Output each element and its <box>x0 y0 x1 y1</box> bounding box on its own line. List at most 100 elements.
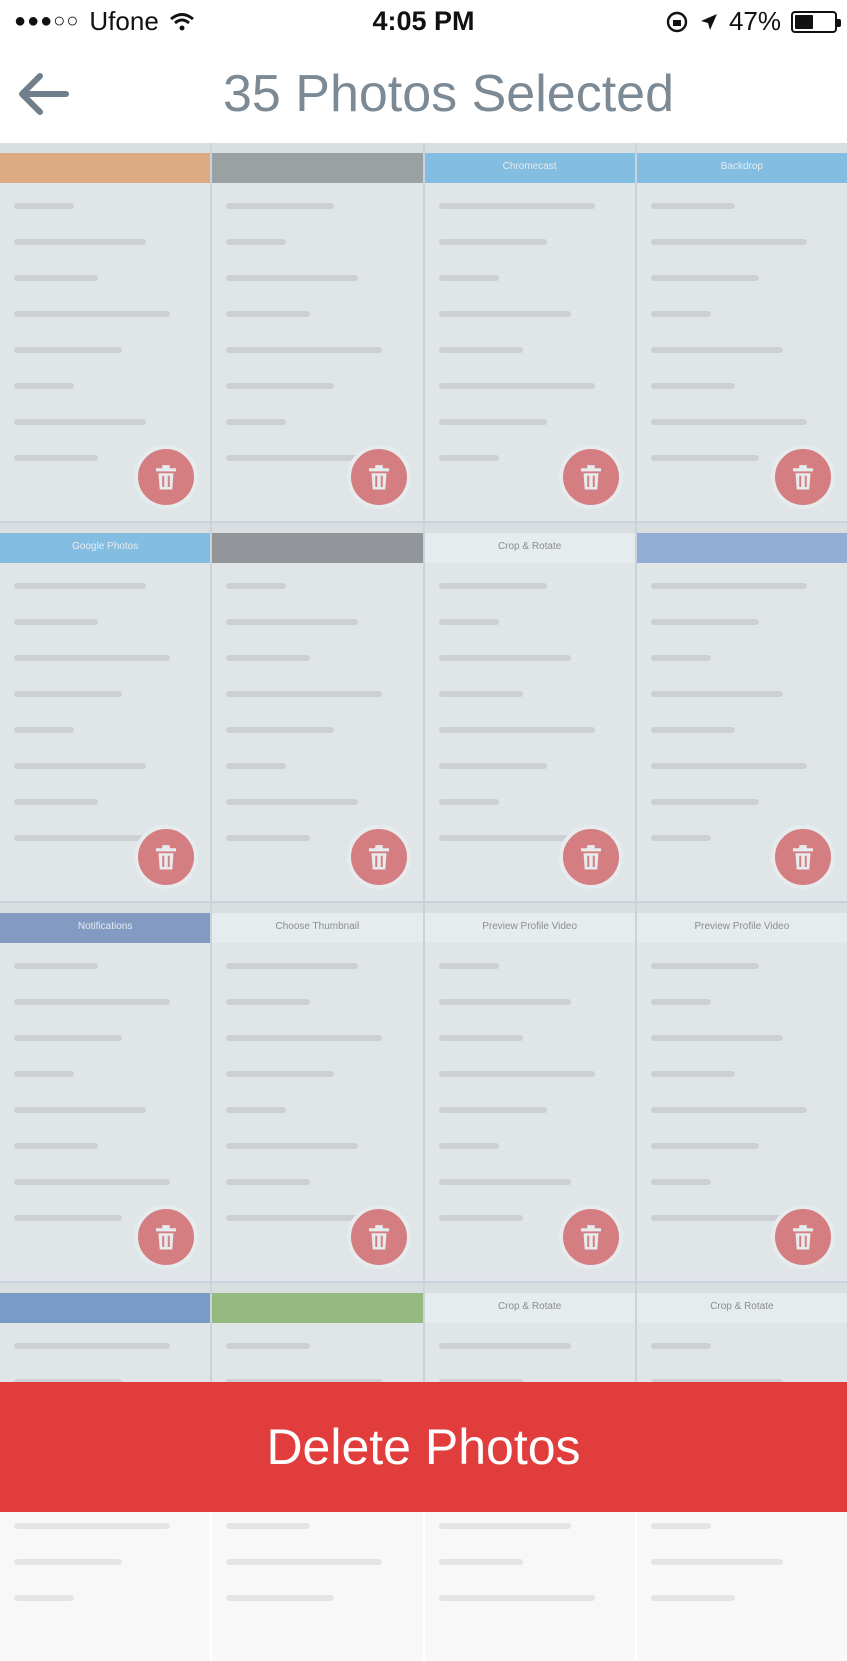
content-line <box>14 1215 122 1221</box>
content-line <box>226 691 383 697</box>
trash-icon[interactable] <box>134 1205 199 1269</box>
trash-icon[interactable] <box>558 1205 623 1269</box>
mini-app-title: Preview Profile Video <box>694 921 790 932</box>
content-line <box>226 799 359 805</box>
content-line <box>14 619 98 625</box>
mini-app-bar: Backdrop <box>636 153 847 183</box>
mini-status-bar <box>637 1283 847 1293</box>
mini-status-bar <box>0 143 210 153</box>
content-line <box>226 1179 311 1185</box>
content-line <box>14 1523 170 1529</box>
mini-status-bar <box>212 143 422 153</box>
trash-icon[interactable] <box>558 445 623 509</box>
mini-app-bar <box>0 153 211 183</box>
content-line <box>438 1523 571 1529</box>
content-line <box>650 763 807 769</box>
photo-thumbnail[interactable]: Backdrop <box>636 143 847 521</box>
status-bar: ●●●○○ Ufone 4:05 PM 47% <box>0 0 847 44</box>
battery-percent: 47% <box>728 6 781 36</box>
content-line <box>438 419 547 425</box>
photo-thumbnail[interactable]: Crop & Rotate <box>424 523 635 901</box>
content-line <box>14 419 146 425</box>
content-line <box>650 999 711 1005</box>
content-line <box>650 1595 735 1601</box>
content-line <box>438 203 595 209</box>
content-line <box>438 383 595 389</box>
mini-app-title: Chromecast <box>502 161 557 172</box>
mini-app-title: Preview Profile Video <box>482 921 578 932</box>
photo-thumbnail[interactable] <box>0 143 211 521</box>
content-line <box>650 1179 711 1185</box>
photo-thumbnail[interactable]: Google Photos <box>0 523 211 901</box>
trash-icon[interactable] <box>771 825 835 889</box>
battery-fill <box>795 14 813 29</box>
mini-app-bar <box>212 153 423 183</box>
content-line <box>438 347 523 353</box>
photo-thumbnail[interactable] <box>636 523 847 901</box>
mini-app-bar: Preview Profile Video <box>424 913 635 943</box>
content-line <box>650 275 759 281</box>
content-line <box>226 1343 311 1349</box>
content-line <box>650 1343 711 1349</box>
content-line <box>650 419 807 425</box>
trash-icon[interactable] <box>558 825 623 889</box>
content-line <box>14 1343 170 1349</box>
content-line <box>226 1107 287 1113</box>
content-line <box>226 455 359 461</box>
content-line <box>14 1559 122 1565</box>
content-line <box>650 1143 759 1149</box>
delete-photos-button[interactable]: Delete Photos <box>0 1382 847 1512</box>
content-line <box>650 963 759 969</box>
content-line <box>650 727 735 733</box>
mini-app-title: Backdrop <box>720 161 763 172</box>
trash-icon[interactable] <box>346 445 411 509</box>
content-line <box>650 1523 711 1529</box>
content-line <box>650 203 735 209</box>
content-line <box>650 619 759 625</box>
trash-icon[interactable] <box>771 445 835 509</box>
battery-icon <box>791 10 841 33</box>
mini-app-bar <box>212 533 423 563</box>
trash-icon[interactable] <box>346 1205 411 1269</box>
trash-icon[interactable] <box>134 445 199 509</box>
photo-thumbnail[interactable]: Chromecast <box>424 143 635 521</box>
content-line <box>14 239 146 245</box>
content-line <box>438 239 547 245</box>
mini-app-bar: Crop & Rotate <box>636 1293 847 1323</box>
content-line <box>226 583 287 589</box>
photo-thumbnail[interactable]: Preview Profile Video <box>636 903 847 1281</box>
content-line <box>14 1143 98 1149</box>
mini-app-bar: Notifications <box>0 913 211 943</box>
content-line <box>226 655 311 661</box>
content-line <box>226 311 311 317</box>
content-line <box>226 1071 335 1077</box>
mini-app-title: Google Photos <box>72 541 139 552</box>
content-line <box>438 1179 571 1185</box>
mini-app-title: Crop & Rotate <box>497 541 562 552</box>
content-line <box>650 311 711 317</box>
content-line <box>650 239 807 245</box>
content-line <box>438 763 547 769</box>
photo-thumbnail[interactable]: Choose Thumbnail <box>212 903 423 1281</box>
trash-icon[interactable] <box>134 825 199 889</box>
mini-app-title: Notifications <box>77 921 133 932</box>
photo-thumbnail[interactable] <box>212 523 423 901</box>
trash-icon[interactable] <box>346 825 411 889</box>
content-line <box>438 1595 595 1601</box>
content-line <box>226 963 359 969</box>
mini-status-bar <box>0 903 210 913</box>
content-line <box>438 655 571 661</box>
mini-status-bar <box>212 523 422 533</box>
content-line <box>438 963 499 969</box>
trash-icon[interactable] <box>771 1205 835 1269</box>
content-line <box>226 347 383 353</box>
content-line <box>438 727 595 733</box>
content-line <box>226 1035 383 1041</box>
content-line <box>650 655 711 661</box>
photo-thumbnail[interactable] <box>212 143 423 521</box>
content-line <box>650 1559 783 1565</box>
content-line <box>226 275 359 281</box>
photo-thumbnail[interactable]: Notifications <box>0 903 211 1281</box>
content-line <box>226 727 335 733</box>
photo-thumbnail[interactable]: Preview Profile Video <box>424 903 635 1281</box>
